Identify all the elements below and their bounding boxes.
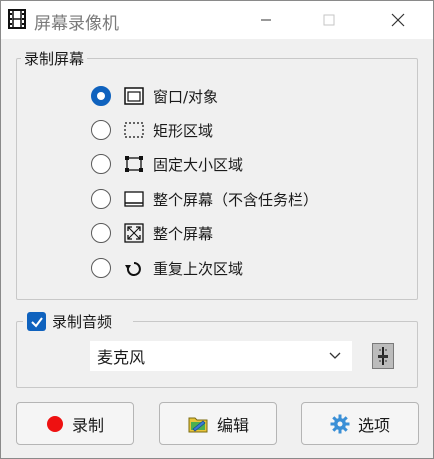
radio-button[interactable]: [91, 223, 111, 243]
dashed-rectangle-icon: [123, 120, 145, 140]
chevron-down-icon: [329, 352, 341, 359]
capture-mode-legend: 录制屏幕: [21, 48, 88, 69]
volume-mixer-button[interactable]: [372, 343, 394, 369]
fullscreen-arrows-icon: [123, 223, 145, 243]
options-button-label: 选项: [357, 415, 390, 435]
option-label: 整个屏幕（不含任务栏）: [153, 190, 319, 209]
edit-button-label: 编辑: [216, 415, 249, 435]
maximize-button[interactable]: [306, 1, 352, 39]
audio-device-value: 麦克风: [97, 348, 146, 367]
radio-button[interactable]: [91, 154, 111, 174]
option-window-object[interactable]: 窗口/对象: [91, 83, 218, 109]
edit-button[interactable]: 编辑: [159, 402, 277, 445]
close-icon: [391, 13, 405, 27]
record-button[interactable]: 录制: [16, 402, 134, 445]
record-dot-icon: [46, 415, 64, 433]
options-button[interactable]: 选项: [301, 402, 419, 445]
window-object-icon: [123, 86, 145, 106]
radio-button[interactable]: [91, 120, 111, 140]
option-screen-no-taskbar[interactable]: 整个屏幕（不含任务栏）: [91, 186, 318, 212]
repeat-last-region-icon: [123, 258, 145, 278]
fixed-size-region-icon: [123, 154, 145, 174]
option-repeat-last-region[interactable]: 重复上次区域: [91, 255, 243, 281]
minimize-button[interactable]: [243, 1, 289, 39]
film-strip-icon: [8, 9, 26, 29]
minimize-icon: [261, 19, 271, 21]
option-full-screen[interactable]: 整个屏幕: [91, 220, 213, 246]
option-label: 矩形区域: [153, 121, 214, 140]
option-label: 重复上次区域: [153, 259, 244, 278]
maximize-icon: [323, 14, 335, 26]
screen-without-taskbar-icon: [123, 189, 145, 209]
audio-device-select[interactable]: 麦克风: [90, 341, 352, 371]
window-title: 屏幕录像机: [34, 14, 119, 34]
checkmark-icon: [30, 316, 43, 328]
option-label: 固定大小区域: [153, 155, 244, 174]
option-label: 整个屏幕: [153, 224, 214, 243]
audio-legend: 录制音频: [52, 313, 113, 331]
option-rectangle-region[interactable]: 矩形区域: [91, 117, 213, 143]
title-bar[interactable]: 屏幕录像机: [1, 1, 433, 39]
option-fixed-size-region[interactable]: 固定大小区域: [91, 151, 243, 177]
close-button[interactable]: [375, 1, 421, 39]
option-label: 窗口/对象: [153, 87, 219, 106]
screen-recorder-window: 屏幕录像机 录制屏幕 窗口/对象 矩形区域 固定大小区域 整个屏幕（不含任务栏）…: [0, 0, 434, 459]
record-audio-checkbox[interactable]: [27, 312, 46, 331]
gear-icon: [330, 414, 350, 434]
radio-button[interactable]: [91, 189, 111, 209]
edit-folder-icon: [187, 413, 209, 435]
record-button-label: 录制: [71, 415, 104, 435]
radio-button[interactable]: [91, 86, 111, 106]
mixer-icon: [378, 347, 388, 365]
radio-button[interactable]: [91, 258, 111, 278]
